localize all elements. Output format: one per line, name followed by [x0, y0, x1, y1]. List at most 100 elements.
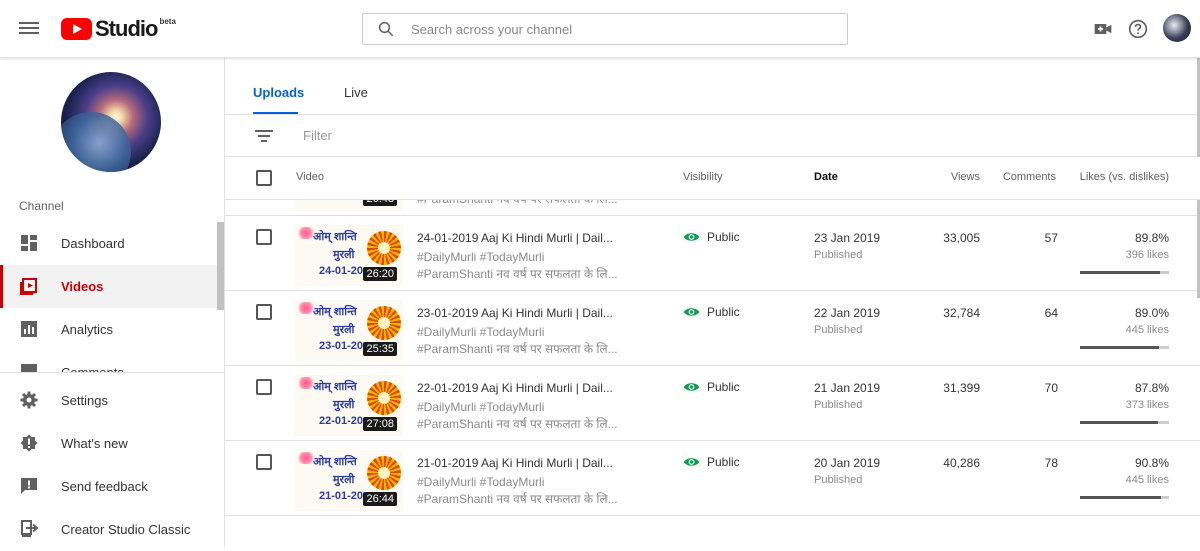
likes-percent: 87.8% — [1134, 381, 1169, 395]
visibility-cell[interactable]: Public — [683, 230, 740, 244]
menu-icon[interactable] — [19, 19, 39, 39]
visibility-cell[interactable]: Public — [683, 380, 740, 394]
sidebar-item-send-feedback[interactable]: Send feedback — [0, 465, 218, 508]
comments-count: 78 — [1044, 456, 1058, 470]
eye-icon — [683, 458, 700, 466]
search-input[interactable] — [411, 21, 811, 37]
duration-badge: 26:44 — [363, 492, 397, 506]
video-thumbnail[interactable]: ओम् शान्ति मुरली 25-01-20 26:43 — [295, 200, 403, 211]
table-header: Video Visibility Date Views Comments Lik… — [225, 157, 1200, 200]
filter-input[interactable]: Filter — [303, 128, 332, 143]
likes-ratio-fill — [1080, 346, 1160, 349]
likes-count: 445 likes — [1125, 474, 1169, 486]
video-thumbnail[interactable]: ओम् शान्ति मुरली 24-01-20 26:20 — [295, 225, 403, 286]
publish-status: Published — [814, 399, 863, 411]
publish-date: 23 Jan 2019 — [814, 231, 881, 245]
video-thumbnail[interactable]: ओम् शान्ति मुरली 23-01-20 25:35 — [295, 300, 403, 361]
table-row[interactable]: ओम् शान्ति मुरली 23-01-20 25:35 23-01-20… — [225, 291, 1200, 366]
table-row[interactable]: ओम् शान्ति मुरली 21-01-20 26:44 21-01-20… — [225, 441, 1200, 516]
thumb-subtitle-text: मुरली — [333, 249, 355, 261]
likes-ratio-bar — [1080, 421, 1169, 424]
likes-ratio-bar — [1080, 271, 1169, 274]
video-title[interactable]: 22-01-2019 Aaj Ki Hindi Murli | Dail... — [417, 381, 613, 395]
video-description-line: #DailyMurli #TodayMurli — [417, 475, 545, 489]
select-all-checkbox[interactable] — [256, 170, 272, 186]
column-views[interactable]: Views — [951, 171, 980, 183]
publish-date: 21 Jan 2019 — [814, 381, 881, 395]
thumb-subtitle-text: मुरली — [333, 399, 355, 411]
video-description-line: #DailyMurli #TodayMurli — [417, 400, 545, 414]
sun-emblem-icon — [367, 381, 401, 415]
channel-heading: Channel — [19, 199, 64, 213]
sidebar-bottom: Settings What's new Send feedback Creato… — [0, 372, 224, 547]
publish-status: Published — [814, 474, 863, 486]
video-thumbnail[interactable]: ओम् शान्ति मुरली 21-01-20 26:44 — [295, 450, 403, 511]
sidebar-item-label: Send feedback — [61, 479, 148, 494]
row-checkbox[interactable] — [256, 229, 272, 245]
tab-uploads[interactable]: Uploads — [253, 85, 304, 100]
likes-ratio-fill — [1080, 271, 1160, 274]
table-row[interactable]: ओम् शान्ति मुरली 24-01-20 26:20 24-01-20… — [225, 216, 1200, 291]
column-video: Video — [296, 171, 324, 183]
video-thumbnail[interactable]: ओम् शान्ति मुरली 22-01-20 27:08 — [295, 375, 403, 436]
tab-live[interactable]: Live — [344, 85, 368, 100]
row-checkbox[interactable] — [256, 304, 272, 320]
comments-count: 70 — [1044, 381, 1058, 395]
video-description-line: #ParamShanti नव वर्ष पर सफलता के लि... — [417, 492, 618, 506]
create-video-icon[interactable] — [1093, 19, 1113, 39]
table-row[interactable]: ओम् शान्ति मुरली 22-01-20 27:08 22-01-20… — [225, 366, 1200, 441]
sidebar-item-analytics[interactable]: Analytics — [0, 308, 218, 351]
channel-avatar[interactable] — [61, 72, 161, 172]
visibility-cell[interactable]: Public — [683, 455, 740, 469]
youtube-logo-icon — [61, 18, 92, 40]
sidebar-item-whats-new[interactable]: What's new — [0, 422, 218, 465]
sidebar-scrollbar[interactable] — [217, 222, 224, 310]
views-count: 33,005 — [943, 231, 980, 245]
sidebar-item-settings[interactable]: Settings — [0, 379, 218, 422]
table-row[interactable]: ओम् शान्ति मुरली 25-01-20 26:43 25-01-20… — [225, 200, 1200, 216]
sidebar-item-dashboard[interactable]: Dashboard — [0, 222, 218, 265]
duration-badge: 27:08 — [363, 417, 397, 431]
column-date[interactable]: Date — [814, 171, 838, 183]
account-avatar[interactable] — [1163, 14, 1191, 42]
video-title[interactable]: 21-01-2019 Aaj Ki Hindi Murli | Dail... — [417, 456, 613, 470]
tab-bar: Uploads Live — [225, 58, 1200, 115]
gear-icon — [20, 391, 38, 409]
sidebar-item-label: Dashboard — [61, 236, 125, 251]
visibility-label: Public — [707, 455, 740, 469]
filter-icon[interactable] — [255, 129, 273, 143]
whats-new-icon — [20, 434, 38, 452]
studio-logo[interactable]: Studio beta — [61, 16, 176, 42]
duration-badge: 26:20 — [363, 267, 397, 281]
visibility-cell[interactable]: Public — [683, 305, 740, 319]
comments-count: 64 — [1044, 306, 1058, 320]
column-likes[interactable]: Likes (vs. dislikes) — [1080, 171, 1169, 183]
video-table: ओम् शान्ति मुरली 25-01-20 26:43 25-01-20… — [225, 200, 1200, 547]
visibility-label: Public — [707, 230, 740, 244]
video-description-line: #DailyMurli #TodayMurli — [417, 250, 545, 264]
sidebar-item-videos[interactable]: Videos — [0, 265, 218, 308]
thumb-title-text: ओम् शान्ति — [313, 381, 357, 393]
video-title[interactable]: 23-01-2019 Aaj Ki Hindi Murli | Dail... — [417, 306, 613, 320]
eye-icon — [683, 308, 700, 316]
feedback-icon — [21, 478, 37, 494]
help-icon[interactable] — [1128, 19, 1148, 39]
sidebar: Channel Dashboard Videos Analytics Comme… — [0, 58, 225, 547]
search-box[interactable] — [362, 13, 848, 45]
eye-icon — [683, 383, 700, 391]
sidebar-item-creator-studio-classic[interactable]: Creator Studio Classic — [0, 508, 218, 551]
column-visibility[interactable]: Visibility — [683, 171, 723, 183]
row-checkbox[interactable] — [256, 454, 272, 470]
video-title[interactable]: 24-01-2019 Aaj Ki Hindi Murli | Dail... — [417, 231, 613, 245]
views-count: 31,399 — [943, 381, 980, 395]
thumb-subtitle-text: मुरली — [333, 324, 355, 336]
likes-count: 445 likes — [1125, 324, 1169, 336]
publish-status: Published — [814, 324, 863, 336]
column-comments[interactable]: Comments — [1003, 171, 1056, 183]
likes-percent: 89.8% — [1134, 231, 1169, 245]
top-app-bar: Studio beta — [0, 0, 1200, 58]
duration-badge: 25:35 — [363, 342, 397, 356]
row-checkbox[interactable] — [256, 379, 272, 395]
sidebar-item-label: Settings — [61, 393, 108, 408]
filter-bar[interactable]: Filter — [225, 115, 1200, 157]
